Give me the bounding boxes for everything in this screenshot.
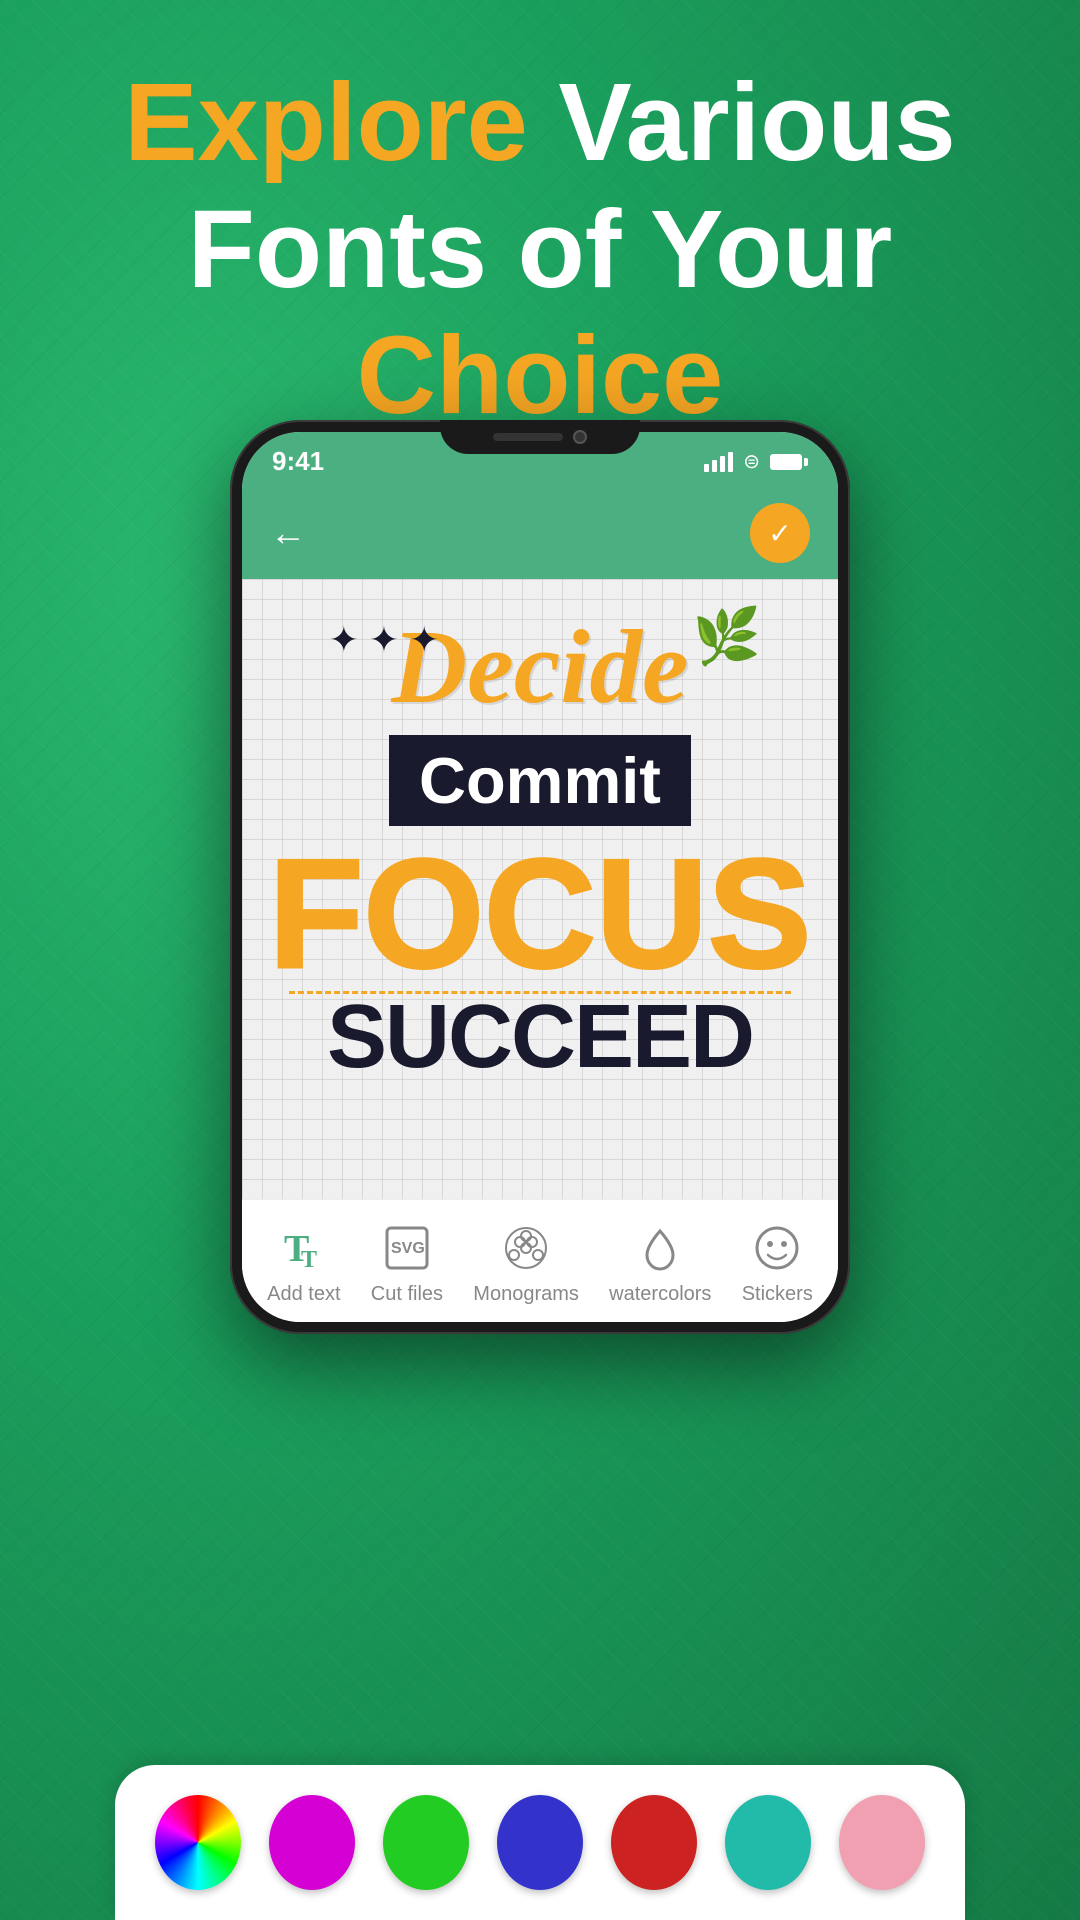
phone-speaker <box>493 433 563 441</box>
hero-section: Explore Various Fonts of Your Choice <box>0 60 1080 440</box>
tool-cut-files-label: Cut files <box>371 1283 443 1306</box>
signal-icon <box>704 452 733 472</box>
status-time: 9:41 <box>272 446 324 477</box>
monograms-icon <box>499 1220 554 1275</box>
color-magenta-swatch[interactable] <box>269 1795 355 1890</box>
battery-body <box>770 454 802 470</box>
signal-bar-4 <box>728 452 733 472</box>
toolbar: T T Add text SVG Cut files <box>242 1199 838 1322</box>
hero-various: Various <box>558 61 955 184</box>
sparkle-decoration: ✦ ✦ ✦ <box>329 619 440 661</box>
color-teal-swatch[interactable] <box>725 1795 811 1890</box>
hero-explore: Explore <box>124 61 527 184</box>
svg-text:T: T <box>301 1247 317 1273</box>
cut-files-icon: SVG <box>379 1220 434 1275</box>
tool-cut-files[interactable]: SVG Cut files <box>371 1220 443 1306</box>
color-pink-swatch[interactable] <box>839 1795 925 1890</box>
signal-bar-2 <box>712 460 717 472</box>
back-button[interactable]: ← <box>270 512 306 554</box>
status-icons: ⊜ <box>704 449 808 474</box>
leaf-decoration: 🌿 <box>693 604 761 669</box>
tool-add-text-label: Add text <box>267 1283 340 1306</box>
color-blue-swatch[interactable] <box>497 1795 583 1890</box>
tool-watercolors-label: watercolors <box>609 1283 711 1306</box>
tool-monograms-label: Monograms <box>473 1283 579 1306</box>
tool-watercolors[interactable]: watercolors <box>609 1220 711 1306</box>
svg-text:SVG: SVG <box>391 1240 425 1257</box>
phone-outer: 9:41 ⊜ ← ✓ <box>230 420 850 1334</box>
stickers-icon <box>750 1220 805 1275</box>
hero-line1: Explore Various <box>60 60 1020 187</box>
battery-tip <box>804 458 808 466</box>
text-icon: T T <box>276 1220 331 1275</box>
wifi-icon: ⊜ <box>743 449 760 474</box>
phone-mockup: 9:41 ⊜ ← ✓ <box>230 420 850 1334</box>
canvas-word-succeed: Succeed <box>269 992 812 1082</box>
canvas-commit-wrapper: Commit <box>389 735 691 826</box>
signal-bar-3 <box>720 456 725 472</box>
canvas-area[interactable]: ✦ ✦ ✦ 🌿 Decide Commit Focus Succeed <box>242 579 838 1199</box>
confirm-button[interactable]: ✓ <box>750 503 810 563</box>
canvas-content: ✦ ✦ ✦ 🌿 Decide Commit Focus Succeed <box>242 579 838 1112</box>
color-green-swatch[interactable] <box>383 1795 469 1890</box>
color-red-swatch[interactable] <box>611 1795 697 1890</box>
tool-monograms[interactable]: Monograms <box>473 1220 579 1306</box>
watercolors-icon <box>633 1220 688 1275</box>
app-header: ← ✓ <box>242 487 838 579</box>
battery-icon <box>770 454 808 470</box>
tool-stickers[interactable]: Stickers <box>742 1220 813 1306</box>
hero-line2: Fonts of Your <box>60 187 1020 314</box>
phone-screen: 9:41 ⊜ ← ✓ <box>242 432 838 1322</box>
signal-bar-1 <box>704 464 709 472</box>
tool-stickers-label: Stickers <box>742 1283 813 1306</box>
canvas-word-commit: Commit <box>419 744 661 817</box>
color-wheel-swatch[interactable] <box>155 1795 241 1890</box>
color-palette <box>115 1765 965 1920</box>
phone-camera <box>573 430 587 444</box>
canvas-word-focus: Focus <box>269 836 812 991</box>
tool-add-text[interactable]: T T Add text <box>267 1220 340 1306</box>
phone-notch <box>440 420 640 454</box>
